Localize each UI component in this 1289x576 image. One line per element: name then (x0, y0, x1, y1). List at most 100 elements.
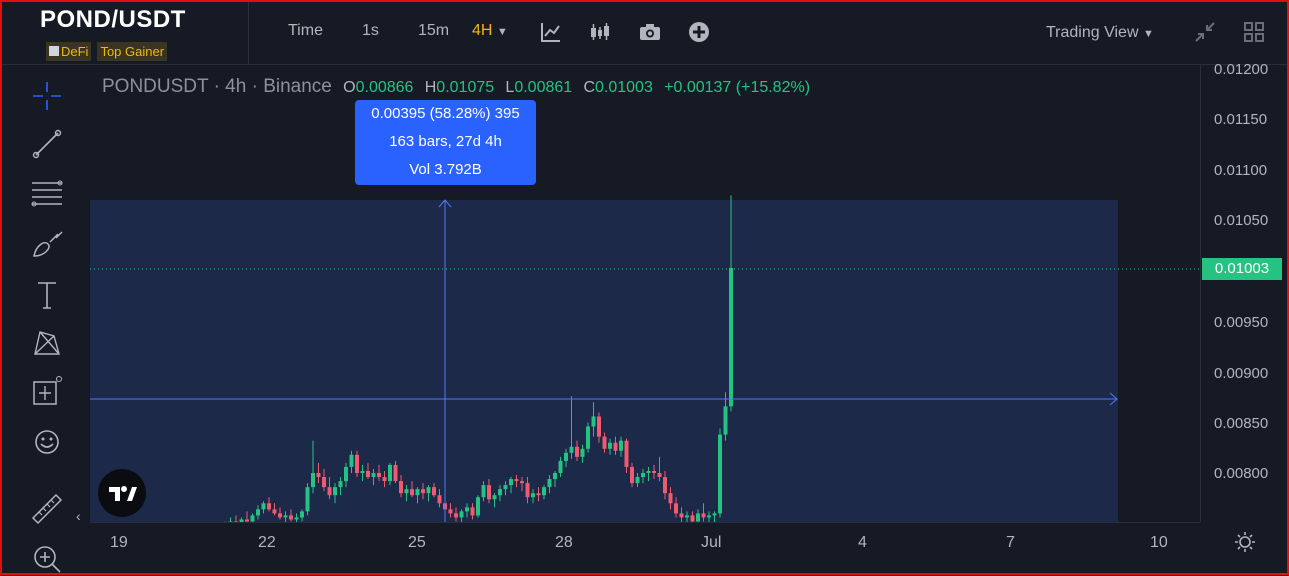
candle-down (382, 477, 387, 482)
candle-up (415, 489, 420, 496)
candle-up (338, 481, 343, 488)
candle-up (509, 479, 513, 486)
candle-up (261, 503, 266, 510)
candle-up (344, 466, 348, 482)
price-label: 0.00900 (1214, 365, 1269, 382)
candle-up (712, 513, 717, 516)
time-label: 4 (858, 534, 867, 551)
candle-down (278, 513, 282, 518)
candle-down (437, 495, 442, 504)
candle-down (316, 473, 321, 478)
candle-up (707, 515, 711, 518)
candle-up (619, 440, 623, 451)
ohlc-legend: PONDUSDT · 4h · Binance O0.00866 H0.0107… (102, 76, 810, 98)
legend-sep: · (213, 76, 220, 97)
candle-up (569, 446, 574, 453)
candle-up (531, 493, 535, 498)
candle-up (586, 426, 590, 449)
candle-down (448, 509, 453, 514)
candle-up (283, 515, 288, 518)
candle-up (542, 487, 546, 496)
candle-up (349, 454, 354, 467)
candle-down (663, 477, 667, 494)
candle-down (514, 479, 519, 482)
candle-down (624, 440, 629, 467)
price-label: 0.00850 (1214, 415, 1269, 432)
measure-volume: Vol 3.792B (409, 161, 482, 178)
candle-down (630, 466, 634, 484)
time-label: 28 (555, 534, 573, 551)
candle-up (591, 416, 596, 427)
candle-up (476, 497, 480, 516)
candle-down (272, 509, 277, 514)
candle-up (305, 487, 310, 512)
candle-up (553, 473, 557, 480)
price-label: 0.00950 (1214, 314, 1269, 331)
legend-high: H0.01075 (424, 79, 495, 96)
candle-down (322, 477, 326, 488)
measure-range-box (90, 200, 1118, 522)
candle-down (366, 470, 370, 478)
candle-up (718, 434, 722, 514)
candle-down (674, 503, 678, 514)
candle-up (503, 485, 508, 490)
candle-down (652, 470, 656, 473)
time-axis[interactable] (90, 522, 1200, 573)
candle-up (371, 473, 376, 478)
measure-bars: 163 bars, 27d 4h (389, 133, 502, 150)
candle-up (300, 511, 304, 518)
candle-up (580, 448, 585, 457)
measure-tooltip: 0.00395 (58.28%) 395 163 bars, 27d 4h Vo… (355, 100, 536, 185)
candle-up (729, 267, 733, 407)
candle-up (311, 473, 315, 488)
candle-up (723, 406, 728, 435)
candle-down (355, 454, 359, 473)
candle-down (377, 473, 381, 478)
candle-up (404, 489, 409, 494)
candle-down (487, 485, 491, 500)
candle-up (333, 487, 337, 496)
time-label: 7 (1006, 534, 1015, 551)
candle-down (327, 487, 332, 496)
candle-down (432, 487, 436, 496)
candle-up (558, 460, 563, 473)
candle-up (608, 442, 612, 449)
candle-up (388, 464, 392, 482)
candle-down (267, 503, 271, 510)
legend-symbol: PONDUSDT (102, 76, 209, 97)
time-label: 10 (1150, 534, 1168, 551)
price-label: 0.01050 (1214, 212, 1269, 229)
candle-up (498, 489, 502, 496)
time-label: 25 (408, 534, 426, 551)
candle-up (641, 473, 645, 478)
candle-up (547, 479, 552, 488)
candle-up (481, 485, 486, 498)
candle-up (459, 511, 464, 518)
candle-up (465, 507, 469, 512)
candle-down (657, 473, 662, 478)
legend-exchange: Binance (263, 76, 332, 97)
candle-down (613, 442, 618, 451)
legend-open: O0.00866 (343, 79, 414, 96)
candle-down (536, 493, 541, 496)
candle-down (520, 481, 524, 484)
price-axis[interactable] (1200, 65, 1288, 522)
price-label: 0.01150 (1214, 111, 1268, 128)
candle-down (597, 416, 601, 437)
legend-low: L0.00861 (505, 79, 573, 96)
candle-down (399, 481, 403, 494)
candle-up (564, 452, 568, 461)
settings-gear-icon[interactable] (1234, 531, 1256, 553)
time-label: 22 (258, 534, 276, 551)
candle-down (470, 507, 475, 516)
candle-down (410, 489, 414, 496)
legend-change: +0.00137 (+15.82%) (664, 79, 811, 96)
candle-up (646, 470, 651, 473)
candle-up (426, 487, 431, 494)
tradingview-logo[interactable] (98, 469, 146, 517)
current-price-badge: 0.01003 (1202, 258, 1282, 280)
candle-up (250, 515, 255, 522)
measure-price-change: 0.00395 (58.28%) 395 (371, 105, 520, 122)
legend-close: C0.01003 (583, 79, 653, 96)
candle-down (525, 483, 530, 498)
